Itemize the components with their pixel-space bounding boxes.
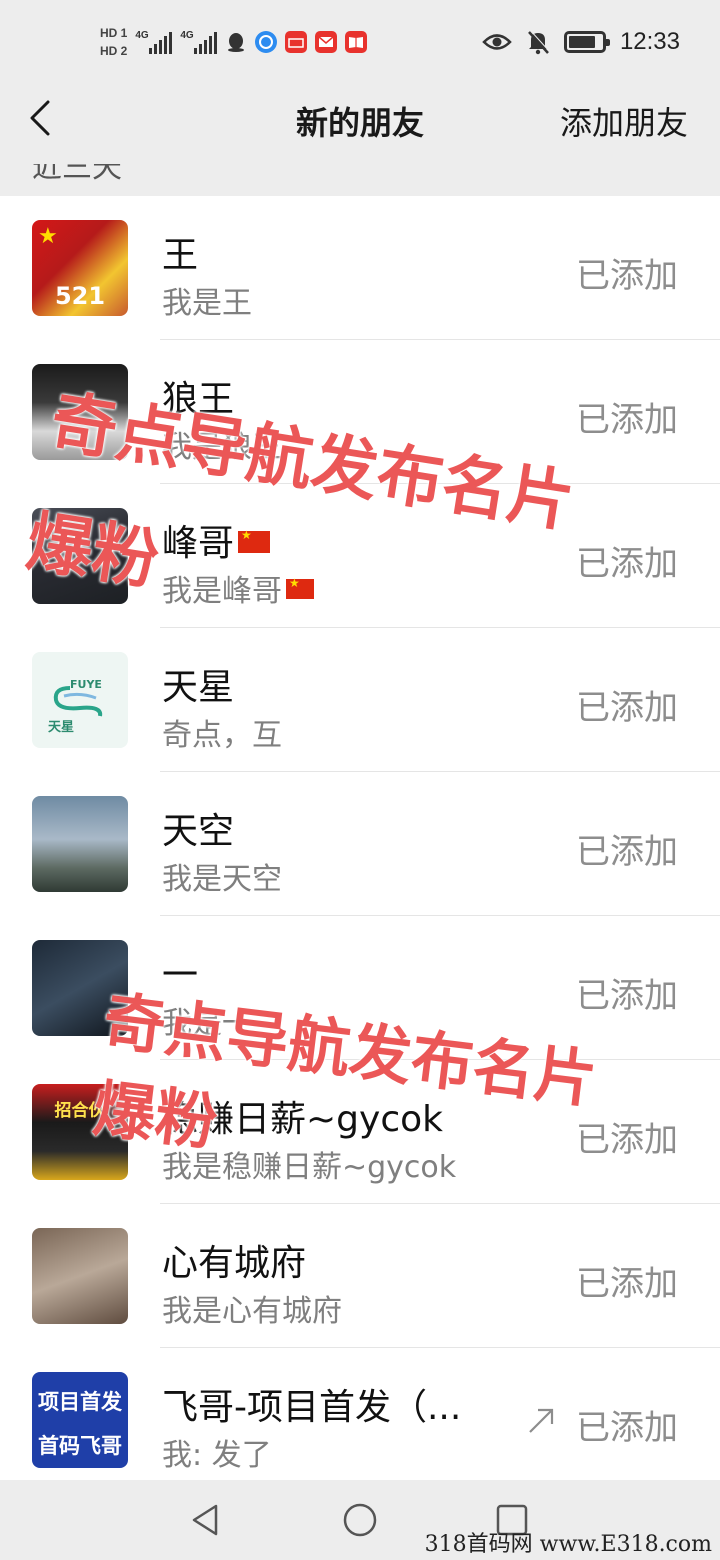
added-status: 已添加 (576, 1120, 678, 1160)
added-status: 已添加 (576, 1264, 678, 1304)
hd2-label: HD 2 (100, 44, 128, 58)
shopping-app-icon (285, 31, 308, 53)
back-triangle-icon[interactable] (188, 1502, 224, 1538)
avatar (32, 508, 128, 604)
friend-message: 我是峰哥 (162, 566, 314, 610)
battery-icon (563, 31, 610, 53)
avatar-caption-bottom: 首码飞哥 (38, 1434, 122, 1458)
friend-message: 我是狼王 (162, 430, 282, 465)
network-type-label: 4G (180, 30, 194, 41)
added-status: 已添加 (576, 544, 678, 584)
qq-icon (225, 31, 247, 53)
avatar (32, 1228, 128, 1324)
friend-message: 我是心有城府 (162, 1294, 342, 1329)
avatar-caption: 521 (54, 282, 106, 310)
added-status: 已添加 (576, 832, 678, 872)
friend-message: 我是天空 (162, 862, 282, 897)
signal-icon-sim1: 4G (135, 30, 173, 54)
china-flag-icon (238, 528, 271, 553)
friend-name: 飞哥-项目首发（... (162, 1387, 462, 1428)
reader-app-icon (345, 31, 368, 53)
new-friends-list: ★ 521 王 我是王 已添加 狼王 我是狼王 已添加 峰哥 我是峰哥 已添加 … (0, 196, 720, 1480)
signal-icon-sim2: 4G (180, 30, 218, 54)
nav-bar: 新的朋友 添加朋友 (0, 84, 720, 164)
clock: 12:33 (619, 28, 680, 55)
forward-arrow-icon (529, 1408, 554, 1433)
avatar: 项目首发 首码飞哥 (32, 1372, 128, 1468)
home-circle-icon[interactable] (342, 1502, 378, 1538)
friend-name: 稳赚日薪~gycok (162, 1099, 443, 1140)
hd1-label: HD 1 (100, 26, 128, 40)
site-watermark: 318首码网 www.E318.com (424, 1532, 712, 1557)
added-status: 已添加 (576, 256, 678, 296)
network-type-label: 4G (135, 30, 149, 41)
added-status: 已添加 (576, 1408, 678, 1448)
avatar-caption: 天星 (48, 720, 75, 735)
hd-indicator: HD 1 HD 2 (100, 26, 127, 58)
friend-message: 奇点，互 (162, 718, 282, 753)
friend-row[interactable]: 项目首发 首码飞哥 飞哥-项目首发（... 我: 发了 已添加 (0, 1348, 720, 1480)
china-flag-icon (286, 576, 314, 599)
friend-row[interactable]: 峰哥 我是峰哥 已添加 (0, 484, 720, 628)
friend-name: 天星 (162, 667, 235, 708)
friend-name: 天空 (162, 811, 235, 852)
browser-icon (255, 31, 278, 53)
avatar (32, 364, 128, 460)
friend-row[interactable]: 一 我是一 已添加 (0, 916, 720, 1060)
friend-name-text: 峰哥 (162, 523, 235, 564)
status-bar: HD 1 HD 2 4G 4G 12:33 (0, 0, 720, 84)
mail-icon (315, 31, 338, 53)
friend-message: 我是稳赚日薪~gycok (162, 1150, 457, 1185)
added-status: 已添加 (576, 400, 678, 440)
added-status: 已添加 (576, 688, 678, 728)
friend-message: 我: 发了 (162, 1438, 272, 1473)
friend-row[interactable]: 招合伙 稳赚日薪~gycok 我是稳赚日薪~gycok 已添加 (0, 1060, 720, 1204)
friend-name: 一 (162, 955, 199, 996)
friend-row[interactable]: 狼王 我是狼王 已添加 (0, 340, 720, 484)
avatar-caption: 招合伙 (54, 1101, 106, 1121)
friend-message: 我是王 (162, 286, 252, 321)
star-icon: ★ (38, 224, 58, 249)
avatar: FUYE 天星 (32, 652, 128, 748)
friend-row[interactable]: 天空 我是天空 已添加 (0, 772, 720, 916)
friend-name: 心有城府 (162, 1243, 307, 1284)
mute-bell-icon (528, 30, 550, 55)
friend-message: 我是一 (162, 1006, 252, 1041)
friend-name: 狼王 (162, 379, 235, 420)
avatar (32, 796, 128, 892)
avatar-caption-top: 项目首发 (38, 1390, 122, 1414)
avatar: ★ 521 (32, 220, 128, 316)
add-friend-button[interactable]: 添加朋友 (560, 98, 688, 144)
friend-row[interactable]: 心有城府 我是心有城府 已添加 (0, 1204, 720, 1348)
friend-message-text: 我是峰哥 (162, 574, 282, 609)
friend-row[interactable]: FUYE 天星 天星 奇点，互 已添加 (0, 628, 720, 772)
friend-row[interactable]: ★ 521 王 我是王 已添加 (0, 196, 720, 340)
section-header-label: 近三天 (32, 164, 122, 185)
section-header: 近三天 (0, 164, 720, 196)
avatar (32, 940, 128, 1036)
friend-name: 王 (162, 235, 199, 276)
eye-comfort-icon (482, 34, 512, 50)
avatar: 招合伙 (32, 1084, 128, 1180)
system-nav-bar: 318首码网 www.E318.com (0, 1480, 720, 1560)
friend-name: 峰哥 (162, 514, 271, 566)
added-status: 已添加 (576, 976, 678, 1016)
